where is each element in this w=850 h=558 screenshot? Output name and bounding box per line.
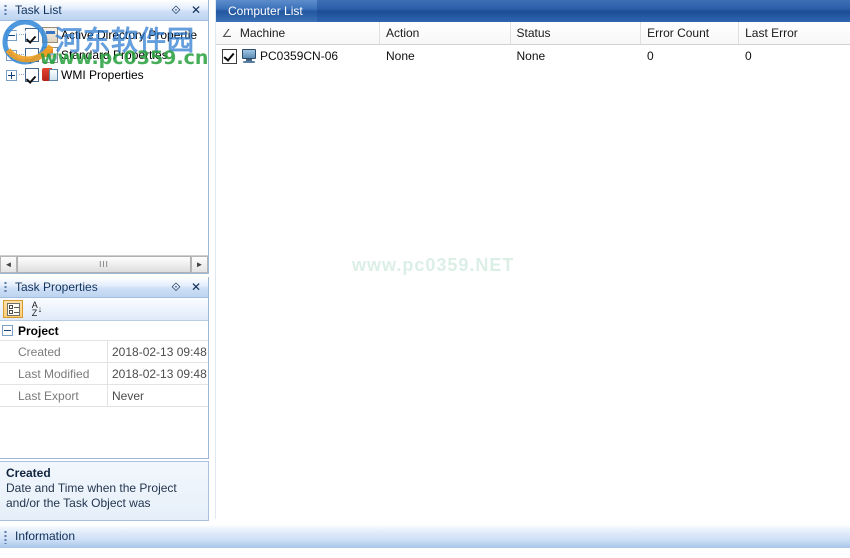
task-list-caption: Task List ⟐ ✕ xyxy=(0,0,208,21)
property-value[interactable]: 2018-02-13 09:48 xyxy=(108,363,208,384)
task-properties-title: Task Properties xyxy=(15,280,98,294)
scroll-right-icon[interactable]: ► xyxy=(191,256,208,273)
cell-error-count: 0 xyxy=(641,45,739,67)
column-header-status[interactable]: Status xyxy=(510,22,642,44)
property-help-title: Created xyxy=(6,466,51,480)
expander-icon[interactable] xyxy=(6,69,17,81)
computer-list-header: ∠ Machine Action Status Error Count Last… xyxy=(216,22,850,45)
property-value[interactable]: Never xyxy=(108,385,208,406)
task-list-panel: Task List ⟐ ✕ Active Directory Propertie… xyxy=(0,0,209,274)
tab-computer-list[interactable]: Computer List xyxy=(216,0,317,22)
close-icon[interactable]: ✕ xyxy=(190,280,202,294)
tab-label: Computer List xyxy=(228,4,303,18)
cell-last-error-label: 0 xyxy=(745,49,752,63)
column-header-label: Action xyxy=(385,26,420,40)
computer-icon xyxy=(241,49,257,63)
drag-grip-icon[interactable] xyxy=(3,280,11,294)
property-help-pane: Created Date and Time when the Project a… xyxy=(0,461,209,521)
scrollbar-thumb-grip-icon: III xyxy=(99,260,109,269)
property-category-project[interactable]: Project xyxy=(0,321,208,341)
document-tab-strip: Computer List xyxy=(216,0,850,22)
task-properties-caption-buttons: ⟐ ✕ xyxy=(170,280,208,294)
sort-ascending-icon: ∠ xyxy=(221,27,233,40)
tree-item-label: Active Directory Propertie xyxy=(61,28,198,42)
drag-grip-icon[interactable] xyxy=(3,3,11,17)
task-list-title: Task List xyxy=(15,3,62,17)
property-name: Last Modified xyxy=(0,363,108,384)
tree-connector xyxy=(19,74,24,76)
categorized-icon xyxy=(6,302,20,316)
cell-last-error: 0 xyxy=(739,45,850,67)
information-panel-bar[interactable]: Information xyxy=(0,523,850,548)
sort-az-arrow: ↓ xyxy=(37,304,43,314)
tree-item-checkbox[interactable] xyxy=(25,68,39,82)
column-header-label: Status xyxy=(516,26,551,40)
tree-item-checkbox[interactable] xyxy=(25,28,39,42)
tree-connector xyxy=(19,54,24,56)
property-value[interactable]: 2018-02-13 09:48 xyxy=(108,341,208,362)
cell-status-label: None xyxy=(516,49,546,63)
column-header-error-count[interactable]: Error Count xyxy=(641,22,740,44)
property-help-body: Date and Time when the Project and/or th… xyxy=(6,481,177,510)
column-header-label: Machine xyxy=(239,26,286,40)
expander-icon[interactable] xyxy=(6,29,17,41)
standard-properties-icon xyxy=(42,47,58,63)
scrollbar-track[interactable]: III xyxy=(17,256,191,273)
tree-item-label: WMI Properties xyxy=(61,68,144,82)
computer-list-body[interactable]: PC0359CN-06 None None 0 0 xyxy=(216,45,850,519)
alphabetical-sort-button[interactable]: A Z ↓ xyxy=(27,300,47,318)
property-category-label: Project xyxy=(18,323,59,338)
close-icon[interactable]: ✕ xyxy=(190,3,202,17)
tree-connector xyxy=(19,34,24,36)
table-row[interactable]: PC0359CN-06 None None 0 0 xyxy=(216,45,850,67)
cell-status: None xyxy=(511,45,642,67)
task-properties-caption: Task Properties ⟐ ✕ xyxy=(0,277,208,298)
row-checkbox[interactable] xyxy=(222,48,237,64)
scroll-left-icon[interactable]: ◄ xyxy=(0,256,17,273)
pin-icon[interactable]: ⟐ xyxy=(170,280,182,294)
column-header-label: Error Count xyxy=(647,26,710,40)
scrollbar-thumb[interactable]: III xyxy=(17,256,191,273)
property-row-last-export[interactable]: Last Export Never xyxy=(0,385,208,407)
categorized-view-button[interactable] xyxy=(3,300,23,318)
task-tree[interactable]: Active Directory Propertie Standard Prop… xyxy=(0,21,208,255)
property-grid[interactable]: Project Created 2018-02-13 09:48 Last Mo… xyxy=(0,321,208,458)
information-panel-title: Information xyxy=(15,529,76,543)
cell-error-count-label: 0 xyxy=(647,49,654,63)
sort-az-icon: A Z ↓ xyxy=(32,301,43,318)
column-header-action[interactable]: Action xyxy=(379,22,511,44)
task-properties-panel: Task Properties ⟐ ✕ A Z ↓ Project Create… xyxy=(0,277,209,459)
task-list-caption-buttons: ⟐ ✕ xyxy=(170,3,208,17)
cell-machine-label: PC0359CN-06 xyxy=(260,49,339,63)
pin-icon[interactable]: ⟐ xyxy=(170,3,182,17)
wmi-properties-icon xyxy=(42,67,58,83)
property-grid-toolbar: A Z ↓ xyxy=(0,298,208,321)
task-list-horizontal-scrollbar[interactable]: ◄ III ► xyxy=(0,255,208,273)
tree-item-checkbox[interactable] xyxy=(25,48,39,62)
expander-icon[interactable] xyxy=(2,325,13,336)
property-row-created[interactable]: Created 2018-02-13 09:48 xyxy=(0,341,208,363)
column-header-last-error[interactable]: Last Error xyxy=(739,22,850,44)
cell-machine[interactable]: PC0359CN-06 xyxy=(216,45,380,67)
tree-item-wmi-properties[interactable]: WMI Properties xyxy=(2,65,208,85)
document-pane: Computer List ∠ Machine Action Status Er… xyxy=(215,0,850,519)
column-header-label: Last Error xyxy=(745,26,798,40)
column-header-machine[interactable]: ∠ Machine xyxy=(216,22,380,44)
property-name: Last Export xyxy=(0,385,108,406)
active-directory-icon xyxy=(42,27,58,43)
tree-item-label: Standard Properties xyxy=(61,48,168,62)
tree-item-active-directory-properties[interactable]: Active Directory Propertie xyxy=(2,25,208,45)
cell-action: None xyxy=(380,45,511,67)
expander-icon[interactable] xyxy=(6,49,17,61)
property-row-last-modified[interactable]: Last Modified 2018-02-13 09:48 xyxy=(0,363,208,385)
cell-action-label: None xyxy=(385,49,415,63)
tree-item-standard-properties[interactable]: Standard Properties xyxy=(2,45,208,65)
property-name: Created xyxy=(0,341,108,362)
drag-grip-icon[interactable] xyxy=(3,528,11,544)
